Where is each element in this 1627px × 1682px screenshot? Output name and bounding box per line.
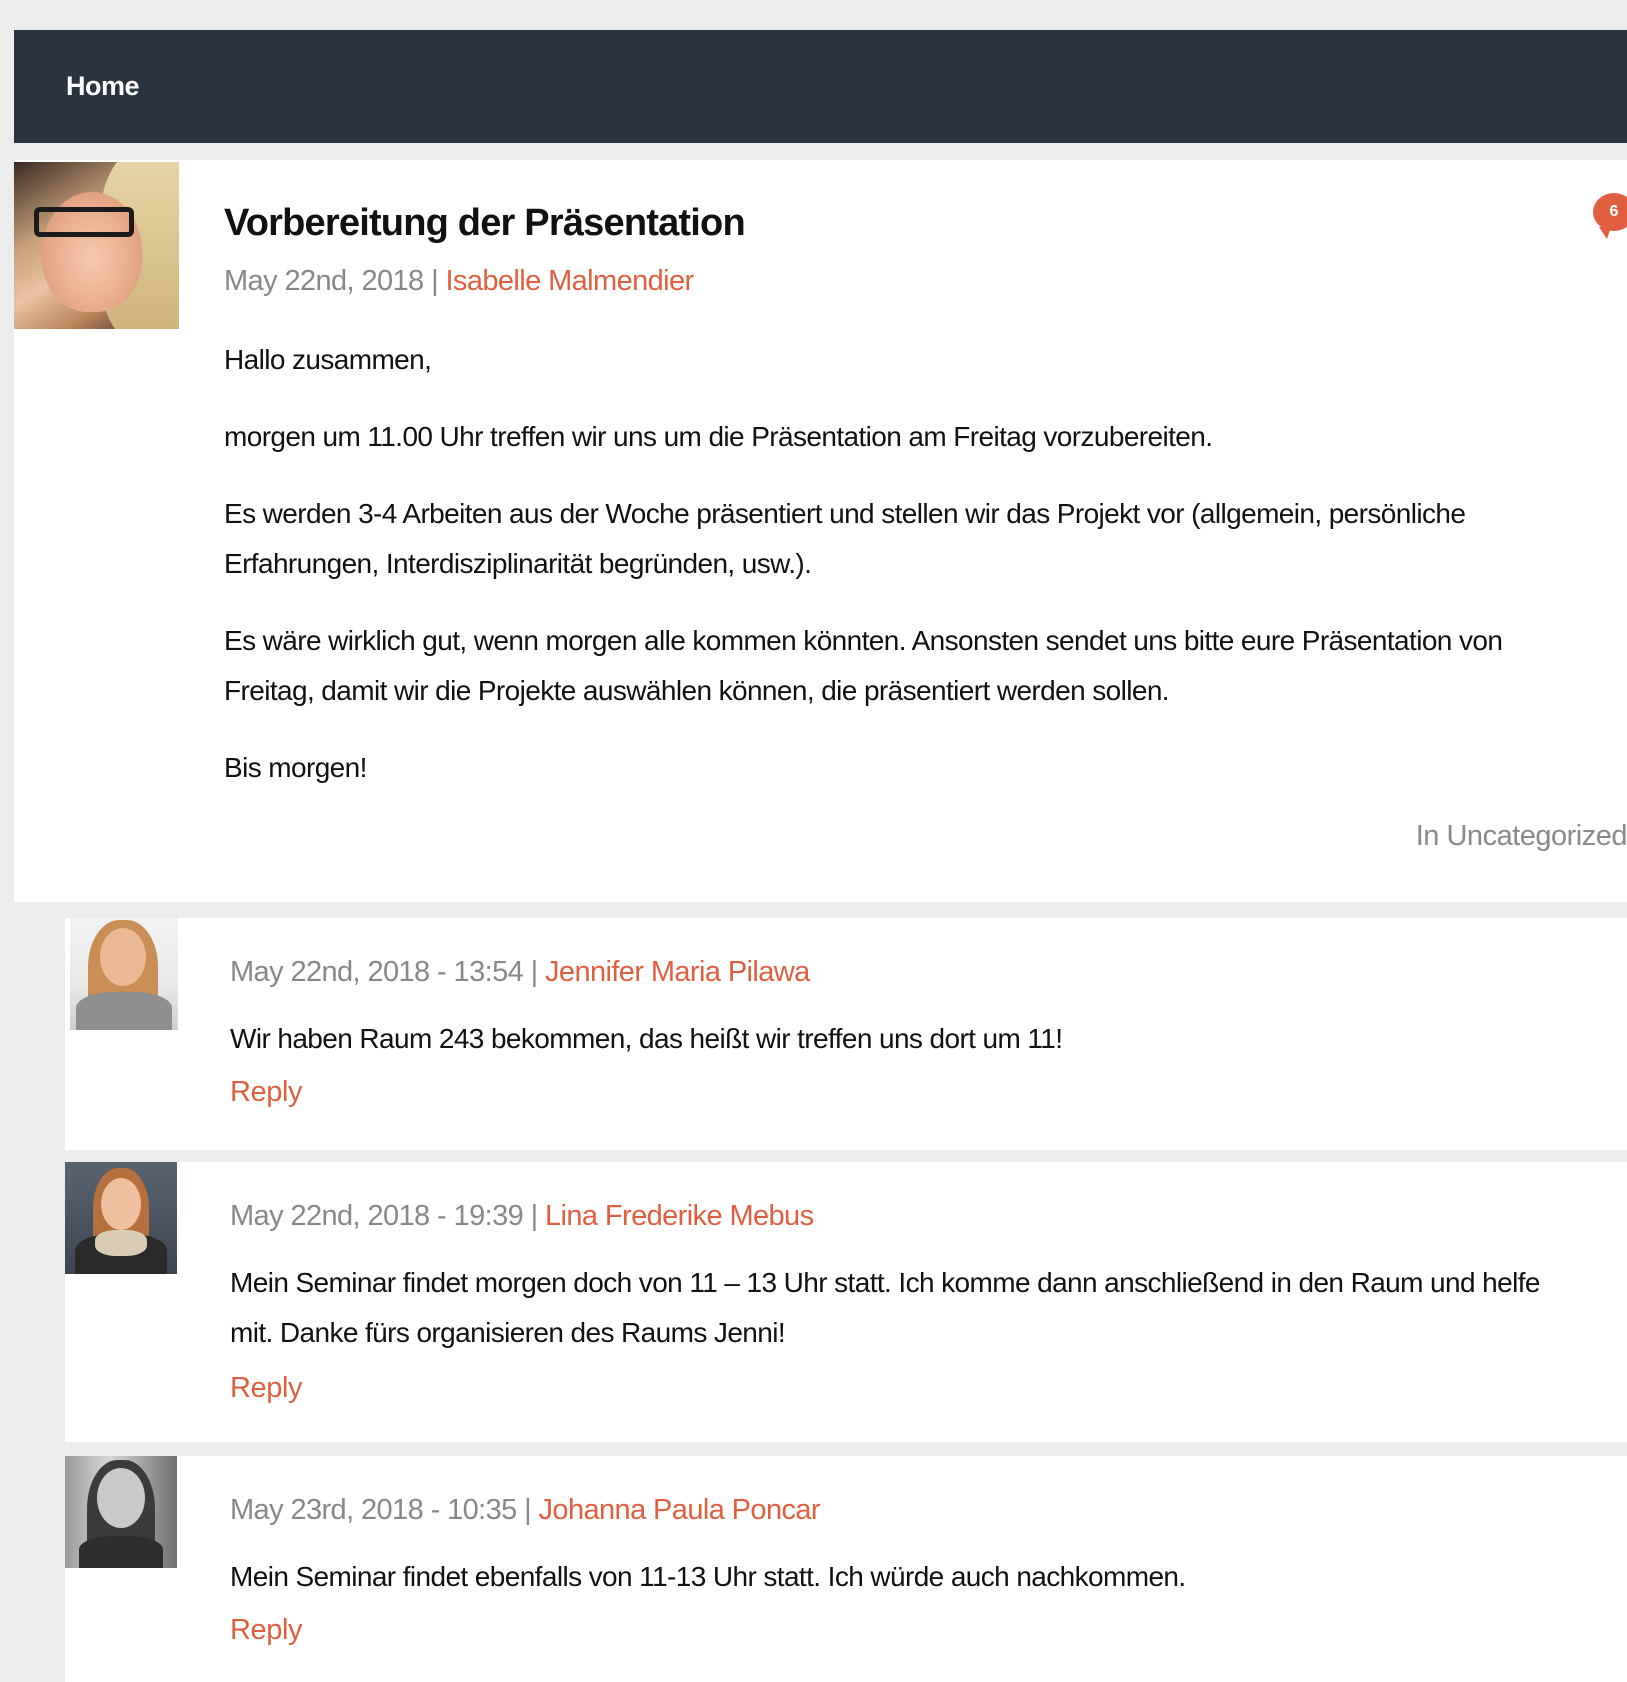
post-paragraph: Es wäre wirklich gut, wenn morgen alle k…: [224, 625, 1503, 706]
comment-datetime: May 22nd, 2018 - 13:54: [230, 956, 524, 988]
avatar-face: [100, 928, 146, 986]
reply-link[interactable]: Reply: [230, 1614, 303, 1647]
avatar-glasses: [34, 207, 134, 237]
avatar-face: [101, 1178, 141, 1230]
post-title[interactable]: Vorbereitung der Präsentation: [224, 202, 746, 245]
reply-link[interactable]: Reply: [230, 1372, 303, 1405]
comment-author-link[interactable]: Lina Frederike Mebus: [545, 1200, 814, 1232]
comment-author-link[interactable]: Johanna Paula Poncar: [539, 1494, 821, 1526]
meta-separator: |: [530, 1200, 539, 1232]
reply-link[interactable]: Reply: [230, 1076, 303, 1109]
post-paragraph: morgen um 11.00 Uhr treffen wir uns um d…: [224, 421, 1213, 452]
comment-text: Wir haben Raum 243 bekommen, das heißt w…: [230, 1023, 1063, 1054]
post-meta: May 22nd, 2018 | Isabelle Malmendier: [224, 265, 694, 298]
nav-bar: Home: [14, 30, 1627, 143]
comment-datetime: May 23rd, 2018 - 10:35: [230, 1494, 517, 1526]
comment-meta: May 22nd, 2018 - 19:39 | Lina Frederike …: [230, 1200, 814, 1233]
avatar-body: [79, 1536, 163, 1568]
commenter-avatar[interactable]: [65, 1456, 177, 1568]
comment: May 22nd, 2018 - 13:54 | Jennifer Maria …: [65, 918, 1627, 1150]
page: Home Vorbereitung der Präsentation May 2…: [0, 0, 1627, 1682]
post-paragraph: Es werden 3-4 Arbeiten aus der Woche prä…: [224, 498, 1466, 579]
comment-text: Mein Seminar findet ebenfalls von 11-13 …: [230, 1561, 1186, 1592]
post-author-link[interactable]: Isabelle Malmendier: [445, 265, 694, 297]
comment-author-link[interactable]: Jennifer Maria Pilawa: [545, 956, 810, 988]
commenter-avatar[interactable]: [65, 1162, 177, 1274]
post-paragraph: Hallo zusammen,: [224, 344, 432, 375]
meta-separator: |: [524, 1494, 532, 1526]
avatar-scarf: [95, 1230, 147, 1256]
comments-section: May 22nd, 2018 - 13:54 | Jennifer Maria …: [14, 902, 1627, 1682]
post-card: Vorbereitung der Präsentation May 22nd, …: [14, 160, 1627, 902]
post-body: Hallo zusammen, morgen um 11.00 Uhr tref…: [224, 335, 1584, 820]
meta-separator: |: [431, 265, 439, 297]
author-avatar[interactable]: [14, 162, 179, 329]
comment-datetime: May 22nd, 2018 - 19:39: [230, 1200, 524, 1232]
meta-separator: |: [530, 956, 539, 988]
comment: May 22nd, 2018 - 19:39 | Lina Frederike …: [65, 1162, 1627, 1442]
comment: May 23rd, 2018 - 10:35 | Johanna Paula P…: [65, 1456, 1627, 1682]
top-strip: [0, 0, 1627, 8]
comment-count-badge[interactable]: 6: [1593, 193, 1627, 239]
avatar-face: [97, 1468, 145, 1528]
comment-text: Mein Seminar findet morgen doch von 11 –…: [230, 1267, 1540, 1348]
comment-meta: May 22nd, 2018 - 13:54 | Jennifer Maria …: [230, 956, 810, 989]
commenter-avatar[interactable]: [70, 918, 178, 1030]
post-category[interactable]: In Uncategorized: [1416, 820, 1627, 853]
nav-home-link[interactable]: Home: [66, 71, 140, 102]
post-paragraph: Bis morgen!: [224, 752, 367, 783]
comment-meta: May 23rd, 2018 - 10:35 | Johanna Paula P…: [230, 1494, 821, 1527]
post-date: May 22nd, 2018: [224, 265, 424, 297]
avatar-body: [76, 992, 172, 1030]
